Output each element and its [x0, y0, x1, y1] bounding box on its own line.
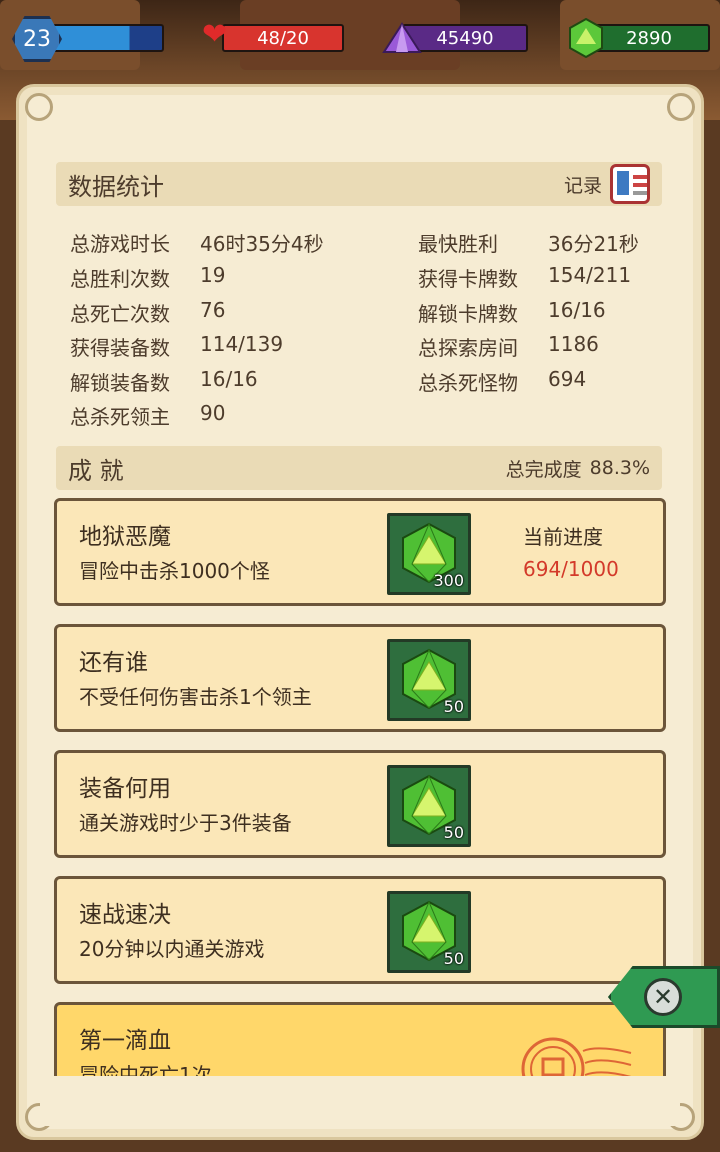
record-button[interactable]: 记录	[564, 164, 650, 204]
stat-row: 总胜利次数 19	[70, 263, 225, 297]
stat-label: 解锁装备数	[70, 371, 170, 395]
reward-box[interactable]: 300	[387, 513, 471, 595]
reward-amount: 50	[443, 697, 464, 716]
stat-row: 总游戏时长 46时35分4秒	[70, 228, 324, 262]
stat-value: 694	[548, 367, 587, 391]
achievement-desc: 冒险中击杀1000个怪	[79, 559, 270, 583]
stat-value: 16/16	[200, 367, 258, 391]
reward-box[interactable]: 50	[387, 891, 471, 973]
reward-box[interactable]: 50	[387, 765, 471, 847]
stat-label: 总死亡次数	[70, 302, 170, 326]
stat-label: 总探索房间	[418, 336, 518, 360]
stat-row: 解锁卡牌数 16/16	[418, 298, 606, 332]
stat-row: 总探索房间 1186	[418, 332, 599, 366]
gem-icon	[569, 18, 603, 58]
stat-value: 76	[200, 298, 226, 322]
stat-label: 总杀死领主	[70, 405, 170, 429]
stat-label: 最快胜利	[418, 232, 498, 256]
stat-row: 总杀死领主 90	[70, 401, 225, 435]
achievement-desc: 20分钟以内通关游戏	[79, 937, 265, 961]
stat-value: 154/211	[548, 263, 632, 287]
achievement-name: 地狱恶魔	[79, 524, 171, 550]
achievement-name: 还有谁	[79, 650, 148, 676]
reward-amount: 50	[443, 949, 464, 968]
crystal-icon	[382, 22, 422, 53]
stats-header: 数据统计 记录	[56, 162, 662, 206]
stat-label: 获得卡牌数	[418, 267, 518, 291]
completion-summary: 总完成度 88.3%	[506, 455, 650, 482]
stat-row: 获得装备数 114/139	[70, 332, 283, 366]
stat-row: 总杀死怪物 694	[418, 367, 586, 401]
hud: 23 48/20 ❤ 45490 2890	[0, 10, 720, 62]
stat-value: 46时35分4秒	[200, 232, 324, 256]
panel-bottom-edge	[40, 1076, 680, 1126]
stat-row: 解锁装备数 16/16	[70, 367, 258, 401]
stat-value: 19	[200, 263, 226, 287]
achievement-name: 第一滴血	[79, 1028, 171, 1054]
corner-ornament	[25, 93, 53, 121]
achievement-desc: 不受任何伤害击杀1个领主	[79, 685, 312, 709]
achievement-name: 装备何用	[79, 776, 171, 802]
achievement-desc: 通关游戏时少于3件装备	[79, 811, 292, 835]
reward-amount: 50	[443, 823, 464, 842]
completion-label: 总完成度	[505, 458, 582, 481]
stat-value: 36分21秒	[548, 232, 639, 256]
level-badge[interactable]: 23	[12, 16, 62, 62]
gem-counter: 2890	[588, 24, 710, 52]
stat-value: 114/139	[200, 332, 284, 356]
stat-label: 总杀死怪物	[418, 371, 518, 395]
achievement-card[interactable]: 地狱恶魔 冒险中击杀1000个怪 300 当前进度 694/1000	[54, 498, 666, 606]
progress-label: 当前进度	[523, 525, 603, 549]
achievements-title: 成 就	[68, 456, 124, 485]
completion-value: 88.3%	[589, 457, 650, 479]
stat-label: 总游戏时长	[70, 232, 170, 256]
corner-ornament	[667, 93, 695, 121]
achievements-header: 成 就 总完成度 88.3%	[56, 446, 662, 490]
stats-title: 数据统计	[68, 172, 164, 201]
stat-label: 获得装备数	[70, 336, 170, 360]
close-icon[interactable]: ✕	[644, 978, 682, 1016]
stat-row: 获得卡牌数 154/211	[418, 263, 631, 297]
stat-value: 90	[200, 401, 226, 425]
hp-bar: 48/20	[222, 24, 344, 52]
level-progress-bar	[52, 24, 164, 52]
record-label: 记录	[563, 174, 602, 197]
achievement-card[interactable]: 装备何用 通关游戏时少于3件装备 50	[54, 750, 666, 858]
reward-box[interactable]: 50	[387, 639, 471, 721]
progress-value: 694/1000	[523, 557, 619, 581]
stat-row: 总死亡次数 76	[70, 298, 225, 332]
stat-value: 16/16	[548, 298, 606, 322]
stat-label: 解锁卡牌数	[418, 302, 518, 326]
achievement-card[interactable]: 还有谁 不受任何伤害击杀1个领主 50	[54, 624, 666, 732]
heart-icon: ❤	[202, 17, 228, 52]
reward-amount: 300	[433, 571, 464, 590]
stat-row: 最快胜利 36分21秒	[418, 228, 639, 262]
achievement-name: 速战速决	[79, 902, 171, 928]
stat-value: 1186	[548, 332, 599, 356]
achievement-card[interactable]: 速战速决 20分钟以内通关游戏 50	[54, 876, 666, 984]
record-icon	[610, 164, 650, 204]
stat-label: 总胜利次数	[70, 267, 170, 291]
